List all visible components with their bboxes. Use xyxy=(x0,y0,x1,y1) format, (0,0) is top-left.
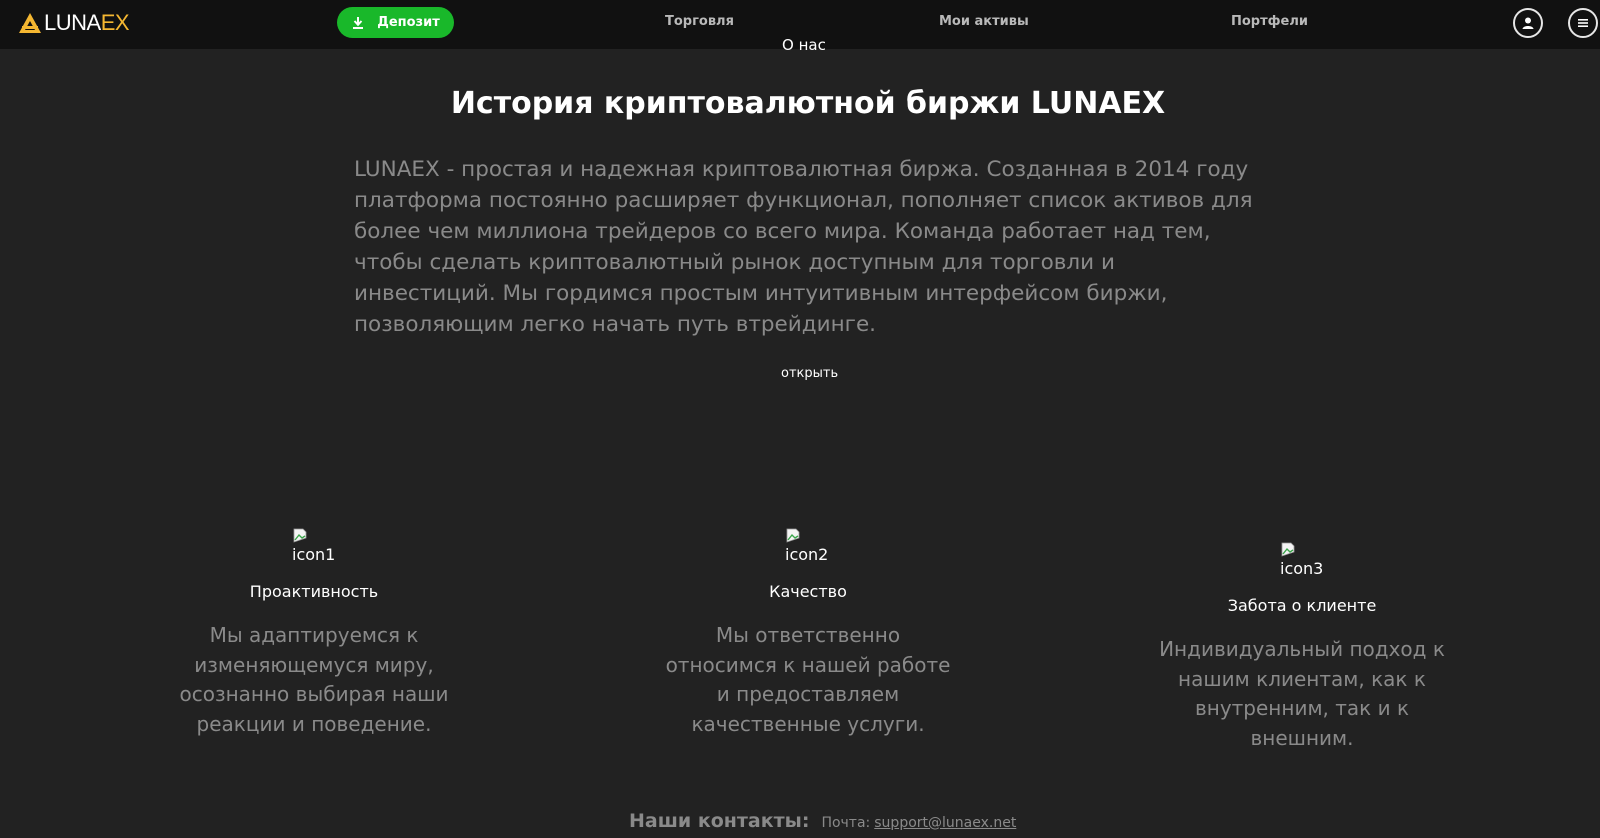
user-profile-button[interactable] xyxy=(1513,8,1543,38)
page-title: История криптовалютной биржи LUNAEX xyxy=(450,86,1166,121)
feature-image: icon2 xyxy=(785,528,845,564)
logo-text-luna: LUNA xyxy=(44,10,101,35)
logo-text-ex: EX xyxy=(100,10,130,35)
feature-image: icon1 xyxy=(292,528,352,564)
broken-image-icon xyxy=(293,528,307,543)
mail-label: Почта: xyxy=(821,815,871,831)
broken-image-icon xyxy=(786,528,800,543)
nav-trade[interactable]: Торговля xyxy=(665,14,734,29)
icon-alt-text: icon3 xyxy=(1280,559,1324,578)
user-icon xyxy=(1522,17,1534,29)
lunaex-logo[interactable]: LUNA EX xyxy=(18,10,130,36)
contacts-section: Наши контакты: Почта: support@lunaex.net xyxy=(629,810,1016,832)
nav-my-assets[interactable]: Мои активы xyxy=(939,14,1029,29)
feature-title: Качество xyxy=(769,582,847,601)
feature-text: Мы адаптируемся к изменяющемуся миру, ос… xyxy=(179,623,449,736)
menu-button[interactable] xyxy=(1568,8,1598,38)
feature-proactivity: icon1 Проактивность Мы адаптируемся к из… xyxy=(154,528,474,739)
feature-customer-care: icon3 Забота о клиенте Индивидуальный по… xyxy=(1142,542,1462,753)
logo-mark-icon xyxy=(19,13,41,33)
feature-text: Индивидуальный подход к нашим клиентам, … xyxy=(1159,637,1445,750)
feature-title: Забота о клиенте xyxy=(1227,596,1377,615)
open-link[interactable]: открыть xyxy=(781,366,838,381)
icon-alt-text: icon1 xyxy=(292,545,336,564)
history-text: LUNAEX - простая и надежная криптовалютн… xyxy=(354,157,1253,337)
feature-text: Мы ответственно относимся к нашей работе… xyxy=(665,623,951,736)
deposit-label: Депозит xyxy=(377,15,440,30)
about-heading-cut: О нас xyxy=(782,36,826,50)
icon-alt-text: icon2 xyxy=(785,545,829,564)
deposit-button[interactable]: Депозит xyxy=(337,7,454,38)
menu-icon xyxy=(1578,19,1588,27)
support-email-link[interactable]: support@lunaex.net xyxy=(874,815,1016,831)
broken-image-icon xyxy=(1281,542,1295,557)
download-icon xyxy=(353,16,364,29)
contacts-title: Наши контакты: xyxy=(629,810,810,832)
feature-title: Проактивность xyxy=(249,582,379,601)
feature-image: icon3 xyxy=(1280,542,1340,578)
nav-portfolios[interactable]: Портфели xyxy=(1231,14,1308,29)
feature-quality: icon2 Качество Мы ответственно относимся… xyxy=(648,528,968,739)
